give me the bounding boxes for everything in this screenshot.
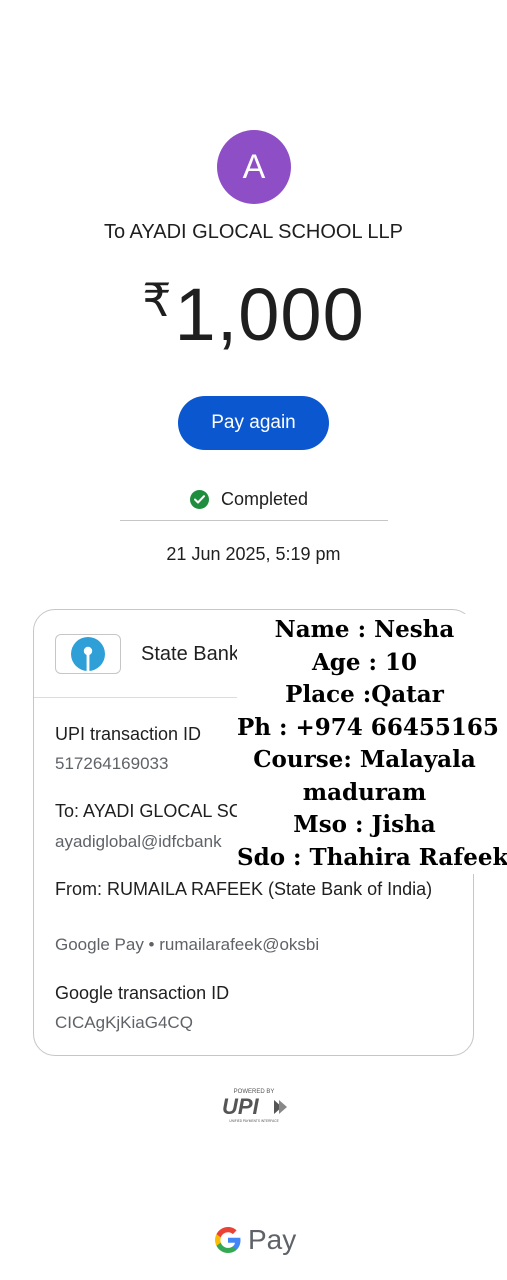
google-transaction-id-label: Google transaction ID [55,983,230,1003]
rupee-symbol: ₹ [142,274,173,326]
amount-value: 1,000 [174,273,365,356]
avatar-letter: A [242,147,266,186]
from-upi-value[interactable]: Google Pay • rumailarafeek@oksbi [55,935,319,955]
pay-again-button[interactable]: Pay again [178,396,329,450]
overlay-line-phone: Ph : +974 66455165 [237,713,499,741]
student-info-overlay: Name : Nesha Age : 10 Place :Qatar Ph : … [237,614,507,874]
upi-transaction-id-value[interactable]: 517264169033 [55,754,168,774]
overlay-line-course-cont: maduram [302,778,427,806]
upi-wordmark: UPI [222,1094,260,1119]
upi-tagline: UNIFIED PAYMENTS INTERFACE [229,1119,278,1123]
overlay-line-sdo: Sdo : Thahira Rafeek [237,843,507,871]
overlay-line-place: Place :Qatar [285,681,444,708]
status-row: Completed [190,487,308,511]
google-pay-logo: Pay [214,1222,296,1258]
upi-logo: POWERED BY UPI UNIFIED PAYMENTS INTERFAC… [218,1086,290,1124]
payment-amount: ₹1,000 [0,272,507,357]
transaction-datetime: 21 Jun 2025, 5:19 pm [166,544,341,564]
payee-avatar: A [217,130,291,204]
divider [120,520,388,521]
from-label: From: RUMAILA RAFEEK (State Bank of Indi… [55,879,433,899]
check-circle-icon [190,489,209,509]
status-text: Completed [221,488,309,509]
to-upi-value[interactable]: ayadiglobal@idfcbank [55,832,222,852]
google-transaction-id-value[interactable]: CICAgKjKiaG4CQ [55,1013,193,1033]
overlay-line-mso: Mso : Jisha [293,811,436,838]
payee-name: To AYADI GLOCAL SCHOOL LLP [103,221,403,243]
overlay-line-name: Name : Nesha [274,616,455,643]
overlay-line-age: Age : 10 [311,648,418,676]
google-g-icon [215,1227,241,1253]
overlay-line-course: Course: Malayala [253,746,476,773]
sbi-logo [55,634,121,674]
gpay-text: Pay [248,1224,297,1255]
upi-transaction-id-label: UPI transaction ID [55,724,202,744]
